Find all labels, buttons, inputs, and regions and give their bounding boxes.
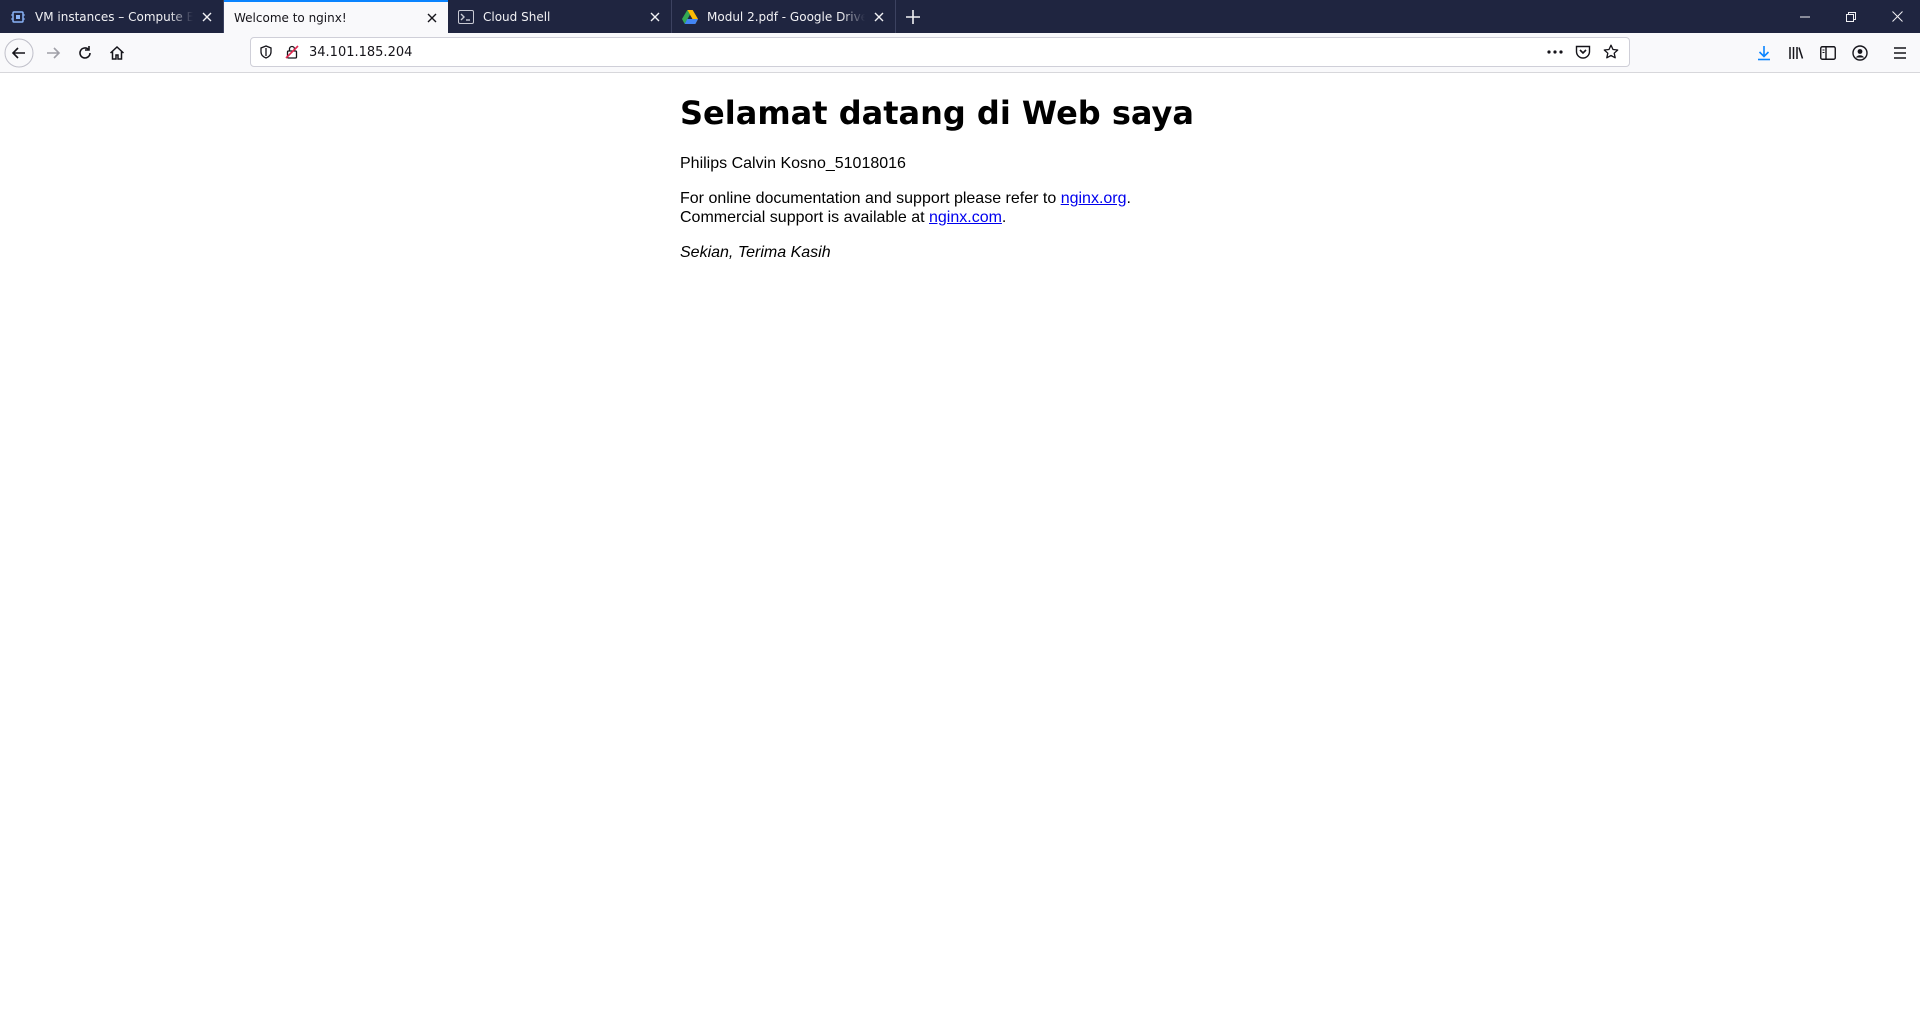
tab-title: Modul 2.pdf - Google Drive <box>707 9 865 24</box>
url-text: 34.101.185.204 <box>309 44 413 60</box>
tab-title: Cloud Shell <box>483 9 551 24</box>
pocket-button[interactable] <box>1569 40 1597 64</box>
closing-text: Sekian, Terima Kasih <box>680 244 831 261</box>
navigation-toolbar: 34.101.185.204 <box>0 33 1920 73</box>
back-arrow-icon <box>4 38 34 68</box>
restore-icon <box>1846 11 1856 22</box>
library-button[interactable] <box>1781 38 1811 68</box>
tab-title: VM instances – Compute Engine <box>35 9 193 24</box>
home-icon <box>109 45 125 60</box>
author-line: Philips Calvin Kosno_51018016 <box>680 155 906 172</box>
nginx-com-link[interactable]: nginx.com <box>929 209 1002 226</box>
insecure-connection-lock-icon[interactable] <box>281 41 303 63</box>
tab-cloud-shell[interactable]: Cloud Shell <box>448 0 672 33</box>
restore-button[interactable] <box>1828 0 1874 33</box>
downloads-button[interactable] <box>1749 38 1779 68</box>
back-button[interactable] <box>4 38 34 68</box>
doc-text-end: . <box>1126 190 1131 207</box>
reload-button[interactable] <box>70 38 100 68</box>
reload-icon <box>79 46 91 59</box>
close-icon[interactable] <box>197 7 217 27</box>
home-button[interactable] <box>102 38 132 68</box>
page-heading: Selamat datang di Web saya <box>680 94 1194 132</box>
more-dots-icon <box>1547 50 1563 54</box>
nginx-org-link[interactable]: nginx.org <box>1061 190 1127 207</box>
sidebar-button[interactable] <box>1813 38 1843 68</box>
sidebar-icon <box>1820 46 1836 60</box>
tab-google-drive[interactable]: Modul 2.pdf - Google Drive <box>672 0 896 33</box>
download-icon <box>1758 46 1770 61</box>
google-drive-icon <box>682 9 698 25</box>
window-controls <box>1782 0 1920 33</box>
hamburger-menu-icon <box>1894 47 1906 59</box>
doc-text: For online documentation and support ple… <box>680 190 1061 207</box>
cloud-shell-icon <box>458 9 474 25</box>
address-bar[interactable]: 34.101.185.204 <box>250 37 1630 67</box>
account-icon <box>1852 45 1868 61</box>
star-icon <box>1603 44 1619 59</box>
closing-paragraph: Sekian, Terima Kasih <box>680 243 1300 262</box>
account-button[interactable] <box>1845 38 1875 68</box>
tracking-protection-shield-icon[interactable] <box>255 41 277 63</box>
tab-vm-instances[interactable]: VM instances – Compute Engine <box>0 0 224 33</box>
documentation-paragraph: For online documentation and support ple… <box>680 189 1300 227</box>
new-tab-button[interactable] <box>896 0 930 33</box>
support-text-end: . <box>1001 209 1007 226</box>
page-viewport: Selamat datang di Web saya Philips Calvi… <box>0 74 1920 1024</box>
library-icon <box>1789 47 1804 59</box>
page-body: Selamat datang di Web saya Philips Calvi… <box>680 74 1300 278</box>
tab-title: Welcome to nginx! <box>234 10 347 25</box>
forward-arrow-icon <box>47 47 61 59</box>
url-actions <box>1541 40 1625 64</box>
menu-button[interactable] <box>1885 38 1915 68</box>
close-icon[interactable] <box>869 7 889 27</box>
tab-welcome-nginx[interactable]: Welcome to nginx! <box>224 0 448 33</box>
minimize-icon <box>1800 16 1810 17</box>
bookmark-button[interactable] <box>1597 40 1625 64</box>
plus-icon <box>906 9 920 24</box>
tab-strip: VM instances – Compute Engine Welcome to… <box>0 0 1920 33</box>
support-text: Commercial support is available at <box>680 209 929 226</box>
minimize-button[interactable] <box>1782 0 1828 33</box>
close-icon[interactable] <box>422 8 442 28</box>
pocket-icon <box>1575 45 1591 59</box>
close-icon[interactable] <box>645 7 665 27</box>
page-actions-button[interactable] <box>1541 40 1569 64</box>
close-window-button[interactable] <box>1874 0 1920 33</box>
compute-engine-icon <box>10 9 26 25</box>
forward-button[interactable] <box>38 38 68 68</box>
close-icon <box>1891 11 1903 22</box>
